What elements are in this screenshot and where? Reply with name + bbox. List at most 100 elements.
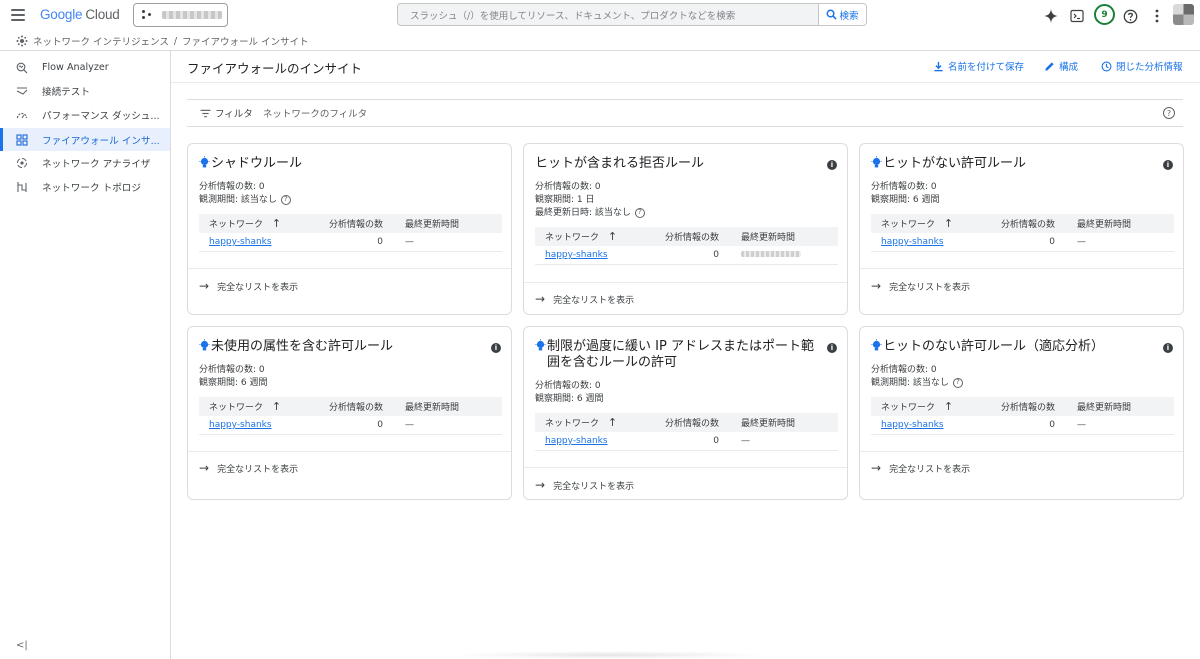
more-vert-icon[interactable]	[1147, 6, 1167, 26]
collapse-sidebar-icon[interactable]: <|	[16, 640, 28, 651]
breadcrumb-network-intelligence[interactable]: ネットワーク インテリジェンス	[33, 34, 169, 48]
configure-label: 構成	[1059, 62, 1079, 73]
help-icon[interactable]: ?	[952, 377, 963, 388]
edit-pencil-icon	[1045, 61, 1054, 71]
column-network[interactable]: ネットワーク ↑	[199, 400, 315, 413]
table-header: ネットワーク ↑ 分析情報の数 最終更新時間	[871, 397, 1174, 416]
save-as-button[interactable]: 名前を付けて保存	[933, 59, 1024, 73]
arrow-forward-icon: →	[199, 279, 210, 293]
help-icon[interactable]	[1120, 6, 1140, 26]
account-avatar[interactable]	[1173, 4, 1194, 25]
network-link[interactable]: happy-shanks	[545, 250, 608, 260]
view-full-list-link[interactable]: → 完全なリストを表示	[199, 461, 298, 475]
column-network[interactable]: ネットワーク ↑	[535, 230, 651, 243]
notifications-badge[interactable]: 9	[1094, 4, 1115, 25]
last-updated-cell: —	[741, 436, 750, 446]
table-header: ネットワーク ↑ 分析情報の数 最終更新時間	[199, 397, 502, 416]
card-allow-rules-no-hits-adaptive: ヒットのない許可ルール（適応分析） i 分析情報の数: 0 観測期間: 該当なし…	[859, 326, 1184, 500]
info-icon[interactable]: i	[1163, 160, 1173, 170]
card-meta: 分析情報の数: 0 観察期間: 1 日 最終更新日時: 該当なし?	[535, 181, 645, 220]
column-insight-count[interactable]: 分析情報の数	[315, 400, 395, 413]
column-insight-count[interactable]: 分析情報の数	[651, 230, 731, 243]
table-header: ネットワーク ↑ 分析情報の数 最終更新時間	[535, 227, 838, 246]
arrow-forward-icon: →	[199, 461, 210, 475]
page-title: ファイアウォールのインサイト	[187, 61, 363, 76]
gemini-sparkle-icon[interactable]	[1041, 6, 1061, 26]
sidebar-item-label: ネットワーク アナライザ	[42, 158, 151, 170]
breadcrumb-firewall-insights[interactable]: ファイアウォール インサイト	[182, 34, 309, 48]
configure-button[interactable]: 構成	[1044, 59, 1078, 73]
insights-table: ネットワーク ↑ 分析情報の数 最終更新時間 happy-shanks 0 —	[199, 214, 502, 252]
column-last-updated[interactable]: 最終更新時間	[395, 400, 502, 413]
column-last-updated[interactable]: 最終更新時間	[1067, 400, 1174, 413]
network-link[interactable]: happy-shanks	[881, 420, 944, 430]
network-link[interactable]: happy-shanks	[209, 420, 272, 430]
arrow-forward-icon: →	[535, 292, 546, 306]
sort-arrow-up-icon: ↑	[607, 230, 618, 243]
sidebar-item-label: 接続テスト	[42, 86, 90, 98]
info-icon[interactable]: i	[491, 343, 501, 353]
search-input[interactable]: スラッシュ（/）を使用してリソース、ドキュメント、プロダクトなどを検索	[397, 3, 819, 26]
column-insight-count[interactable]: 分析情報の数	[987, 400, 1067, 413]
column-last-updated[interactable]: 最終更新時間	[731, 416, 838, 429]
column-network[interactable]: ネットワーク ↑	[871, 400, 987, 413]
filter-help-icon[interactable]: ?	[1163, 107, 1175, 119]
info-icon[interactable]: i	[827, 160, 837, 170]
view-full-list-label: 完全なリストを表示	[553, 295, 635, 306]
view-full-list-link[interactable]: → 完全なリストを表示	[535, 478, 634, 492]
table-header: ネットワーク ↑ 分析情報の数 最終更新時間	[535, 413, 838, 432]
flow-analyzer-icon	[16, 62, 28, 74]
save-as-label: 名前を付けて保存	[948, 62, 1025, 73]
sidebar-item-firewall-insights[interactable]: ファイアウォール インサ...	[0, 128, 170, 151]
project-icon	[142, 10, 152, 20]
project-picker-button[interactable]	[133, 3, 228, 27]
help-icon[interactable]: ?	[280, 194, 291, 205]
sidebar-item-label: ネットワーク トポロジ	[42, 182, 141, 194]
view-full-list-link[interactable]: → 完全なリストを表示	[871, 461, 970, 475]
search-button[interactable]: 検索	[819, 3, 867, 26]
column-last-updated[interactable]: 最終更新時間	[1067, 217, 1174, 230]
info-icon[interactable]: i	[827, 343, 837, 353]
column-network[interactable]: ネットワーク ↑	[535, 416, 651, 429]
card-meta: 分析情報の数: 0 観測期間: 該当なし?	[871, 364, 963, 390]
sidebar-item-network-analyzer[interactable]: ネットワーク アナライザ	[0, 151, 170, 174]
column-last-updated[interactable]: 最終更新時間	[731, 230, 838, 243]
column-insight-count[interactable]: 分析情報の数	[987, 217, 1067, 230]
network-link[interactable]: happy-shanks	[209, 237, 272, 247]
cloud-shell-icon[interactable]	[1067, 6, 1087, 26]
help-icon[interactable]: ?	[634, 207, 645, 218]
filter-list-icon	[200, 109, 211, 117]
google-cloud-logo[interactable]: Google Cloud	[40, 7, 120, 22]
column-last-updated[interactable]: 最終更新時間	[395, 217, 502, 230]
insight-count-cell: 0	[377, 237, 383, 247]
observation-period: 観測期間: 該当なし	[871, 378, 949, 388]
breadcrumb-separator: /	[173, 35, 178, 47]
column-insight-count[interactable]: 分析情報の数	[315, 217, 395, 230]
card-divider	[860, 268, 1183, 269]
sidebar-item-performance-dashboard[interactable]: パフォーマンス ダッシュ...	[0, 103, 170, 126]
filter-input[interactable]: ネットワークのフィルタ	[263, 106, 367, 120]
sidebar-item-flow-analyzer[interactable]: Flow Analyzer	[0, 56, 170, 79]
main-menu-icon[interactable]	[11, 9, 25, 21]
column-network[interactable]: ネットワーク ↑	[199, 217, 315, 230]
observation-period: 観察期間: 1 日	[535, 195, 595, 205]
closed-insights-button[interactable]: 閉じた分析情報	[1101, 59, 1183, 73]
filter-bar[interactable]: フィルタ ネットワークのフィルタ ?	[187, 99, 1183, 127]
card-divider	[188, 268, 511, 269]
connectivity-test-icon	[16, 85, 28, 97]
card-title: ヒットがない許可ルール	[871, 156, 1161, 172]
network-link[interactable]: happy-shanks	[881, 237, 944, 247]
top-bar: Google Cloud スラッシュ（/）を使用してリソース、ドキュメント、プロダ…	[0, 0, 1200, 31]
observation-period: 観測期間: 該当なし	[199, 195, 277, 205]
view-full-list-link[interactable]: → 完全なリストを表示	[871, 279, 970, 293]
sidebar-item-network-topology[interactable]: ネットワーク トポロジ	[0, 175, 170, 198]
network-link[interactable]: happy-shanks	[545, 436, 608, 446]
sidebar-item-connectivity-tests[interactable]: 接続テスト	[0, 79, 170, 102]
table-row: happy-shanks 0 —	[871, 233, 1174, 252]
column-insight-count[interactable]: 分析情報の数	[651, 416, 731, 429]
info-icon[interactable]: i	[1163, 343, 1173, 353]
column-network[interactable]: ネットワーク ↑	[871, 217, 987, 230]
view-full-list-link[interactable]: → 完全なリストを表示	[535, 292, 634, 306]
view-full-list-link[interactable]: → 完全なリストを表示	[199, 279, 298, 293]
insights-table: ネットワーク ↑ 分析情報の数 最終更新時間 happy-shanks 0 —	[871, 397, 1174, 435]
